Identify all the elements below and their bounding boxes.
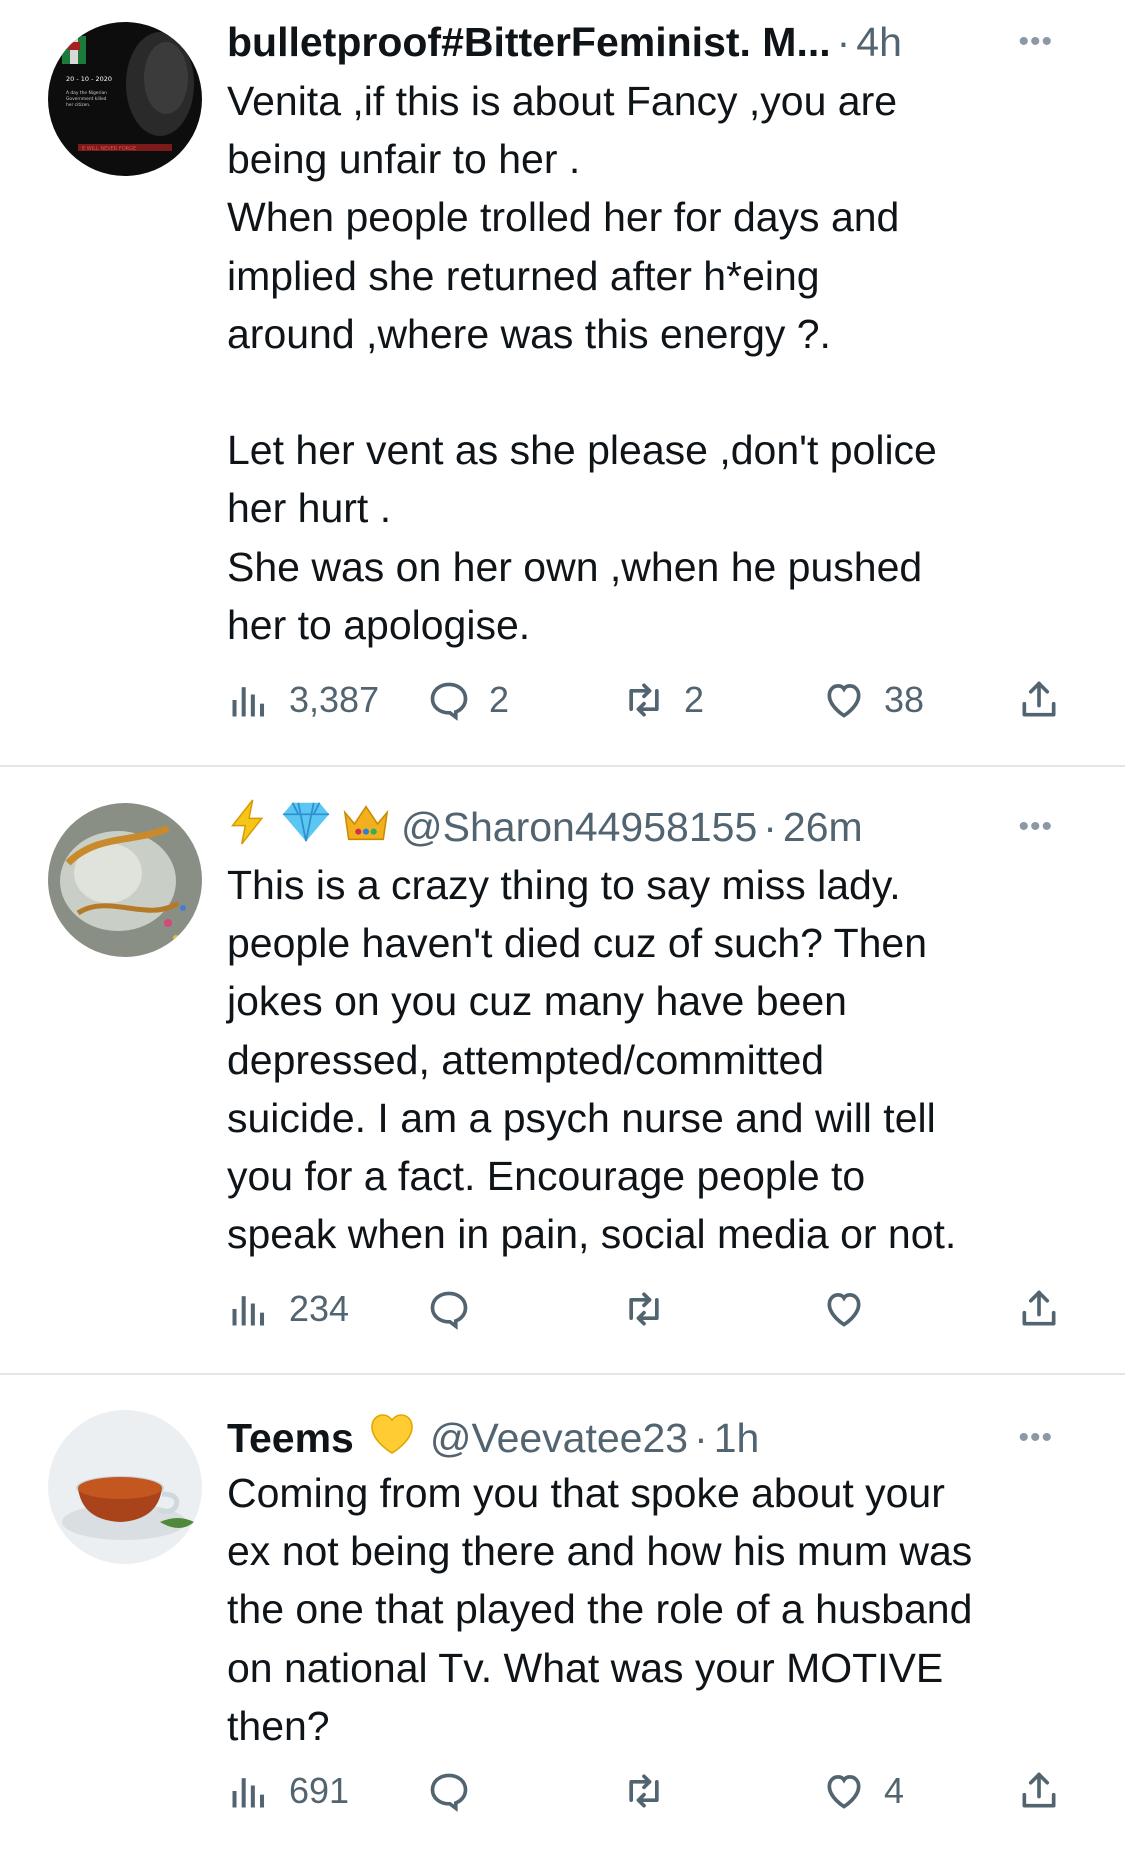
tweet-header: @Sharon44958155 · 26m ••• (227, 799, 1065, 855)
share-button[interactable] (1017, 1761, 1061, 1821)
views-button[interactable]: 691 (227, 1761, 349, 1821)
timestamp[interactable]: 1h (714, 1415, 760, 1462)
views-icon (232, 687, 265, 717)
share-icon (1022, 681, 1056, 717)
display-name[interactable]: bulletproof#BitterFeminist. M... (227, 19, 831, 66)
avatar-image: 20 - 10 - 2020 A day the Nigerian Govern… (48, 22, 202, 176)
heart-icon (827, 1293, 861, 1327)
tweet-actions: 691 4 (227, 1761, 1087, 1821)
gem-emoji (281, 800, 331, 854)
avatar[interactable]: 20 - 10 - 2020 A day the Nigerian Govern… (48, 22, 202, 176)
reply-icon (430, 682, 468, 721)
tweet-3[interactable]: Teems @Veevatee23 · 1h ••• Coming from y… (0, 1375, 1125, 1849)
svg-text:A day the Nigerian: A day the Nigerian (66, 90, 107, 96)
user-handle[interactable]: @Veevatee23 (430, 1415, 688, 1462)
tweet-actions: 234 (227, 1279, 1087, 1339)
svg-text:Government killed: Government killed (66, 96, 107, 102)
retweet-count: 2 (684, 679, 705, 720)
share-button[interactable] (1017, 670, 1061, 730)
retweet-icon (629, 1774, 659, 1808)
user-handle[interactable]: @Sharon44958155 (401, 804, 757, 851)
retweet-button[interactable] (622, 1279, 684, 1339)
views-button[interactable]: 234 (227, 1279, 349, 1339)
tweet-header: Teems @Veevatee23 · 1h ••• (227, 1410, 1065, 1466)
tweet-text: This is a crazy thing to say miss lady. … (227, 862, 957, 1258)
share-icon (1022, 1290, 1056, 1326)
avatar[interactable] (48, 803, 202, 957)
more-options-icon[interactable]: ••• (1018, 25, 1053, 59)
more-options-icon[interactable]: ••• (1018, 810, 1053, 844)
heart-icon (827, 684, 861, 718)
dot-separator: · (836, 18, 851, 65)
views-count: 234 (289, 1288, 350, 1329)
reply-count: 2 (489, 679, 510, 720)
dot-separator: · (694, 1414, 708, 1461)
retweet-icon (629, 683, 659, 717)
share-icon (1022, 1772, 1056, 1808)
like-count: 4 (884, 1770, 905, 1811)
avatar-image (48, 803, 202, 957)
reply-button[interactable] (427, 1279, 489, 1339)
reply-icon (430, 1773, 468, 1812)
like-button[interactable]: 38 (822, 670, 924, 730)
like-button[interactable] (822, 1279, 884, 1339)
retweet-button[interactable]: 2 (622, 670, 704, 730)
svg-text:E WILL NEVER FORGE: E WILL NEVER FORGE (82, 146, 136, 152)
heart-icon (827, 1775, 861, 1809)
timestamp[interactable]: 26m (783, 804, 863, 851)
like-button[interactable]: 4 (822, 1761, 904, 1821)
like-count: 38 (884, 679, 925, 720)
avatar-date-text: 20 - 10 - 2020 (66, 75, 112, 83)
display-name[interactable]: Teems (227, 1415, 354, 1462)
timestamp[interactable]: 4h (856, 19, 902, 66)
yellow-heart-emoji (368, 1411, 416, 1465)
avatar-image (48, 1410, 202, 1564)
tweet-2[interactable]: @Sharon44958155 · 26m ••• This is a craz… (0, 767, 1125, 1373)
views-count: 3,387 (289, 679, 380, 720)
tweet-actions: 3,387 2 2 38 (227, 670, 1087, 730)
retweet-icon (629, 1292, 659, 1326)
tweet-text: Coming from you that spoke about your ex… (227, 1470, 973, 1749)
more-options-icon[interactable]: ••• (1018, 1421, 1053, 1455)
reply-icon (430, 1291, 468, 1330)
tweet-1[interactable]: 20 - 10 - 2020 A day the Nigerian Govern… (0, 0, 1125, 765)
avatar[interactable] (48, 1410, 202, 1564)
views-button[interactable]: 3,387 (227, 670, 379, 730)
svg-text:her citizen.: her citizen. (66, 102, 90, 108)
reply-button[interactable]: 2 (427, 670, 509, 730)
tweet-header: bulletproof#BitterFeminist. M... · 4h ••… (227, 14, 1065, 70)
views-icon (232, 1778, 265, 1808)
views-count: 691 (289, 1770, 350, 1811)
tweet-text: Venita ,if this is about Fancy ,you are … (227, 78, 937, 648)
retweet-button[interactable] (622, 1761, 684, 1821)
reply-button[interactable] (427, 1761, 489, 1821)
dot-separator: · (763, 803, 777, 850)
lightning-emoji (227, 798, 271, 856)
views-icon (232, 1296, 265, 1326)
share-button[interactable] (1017, 1279, 1061, 1339)
crown-emoji (341, 800, 391, 854)
